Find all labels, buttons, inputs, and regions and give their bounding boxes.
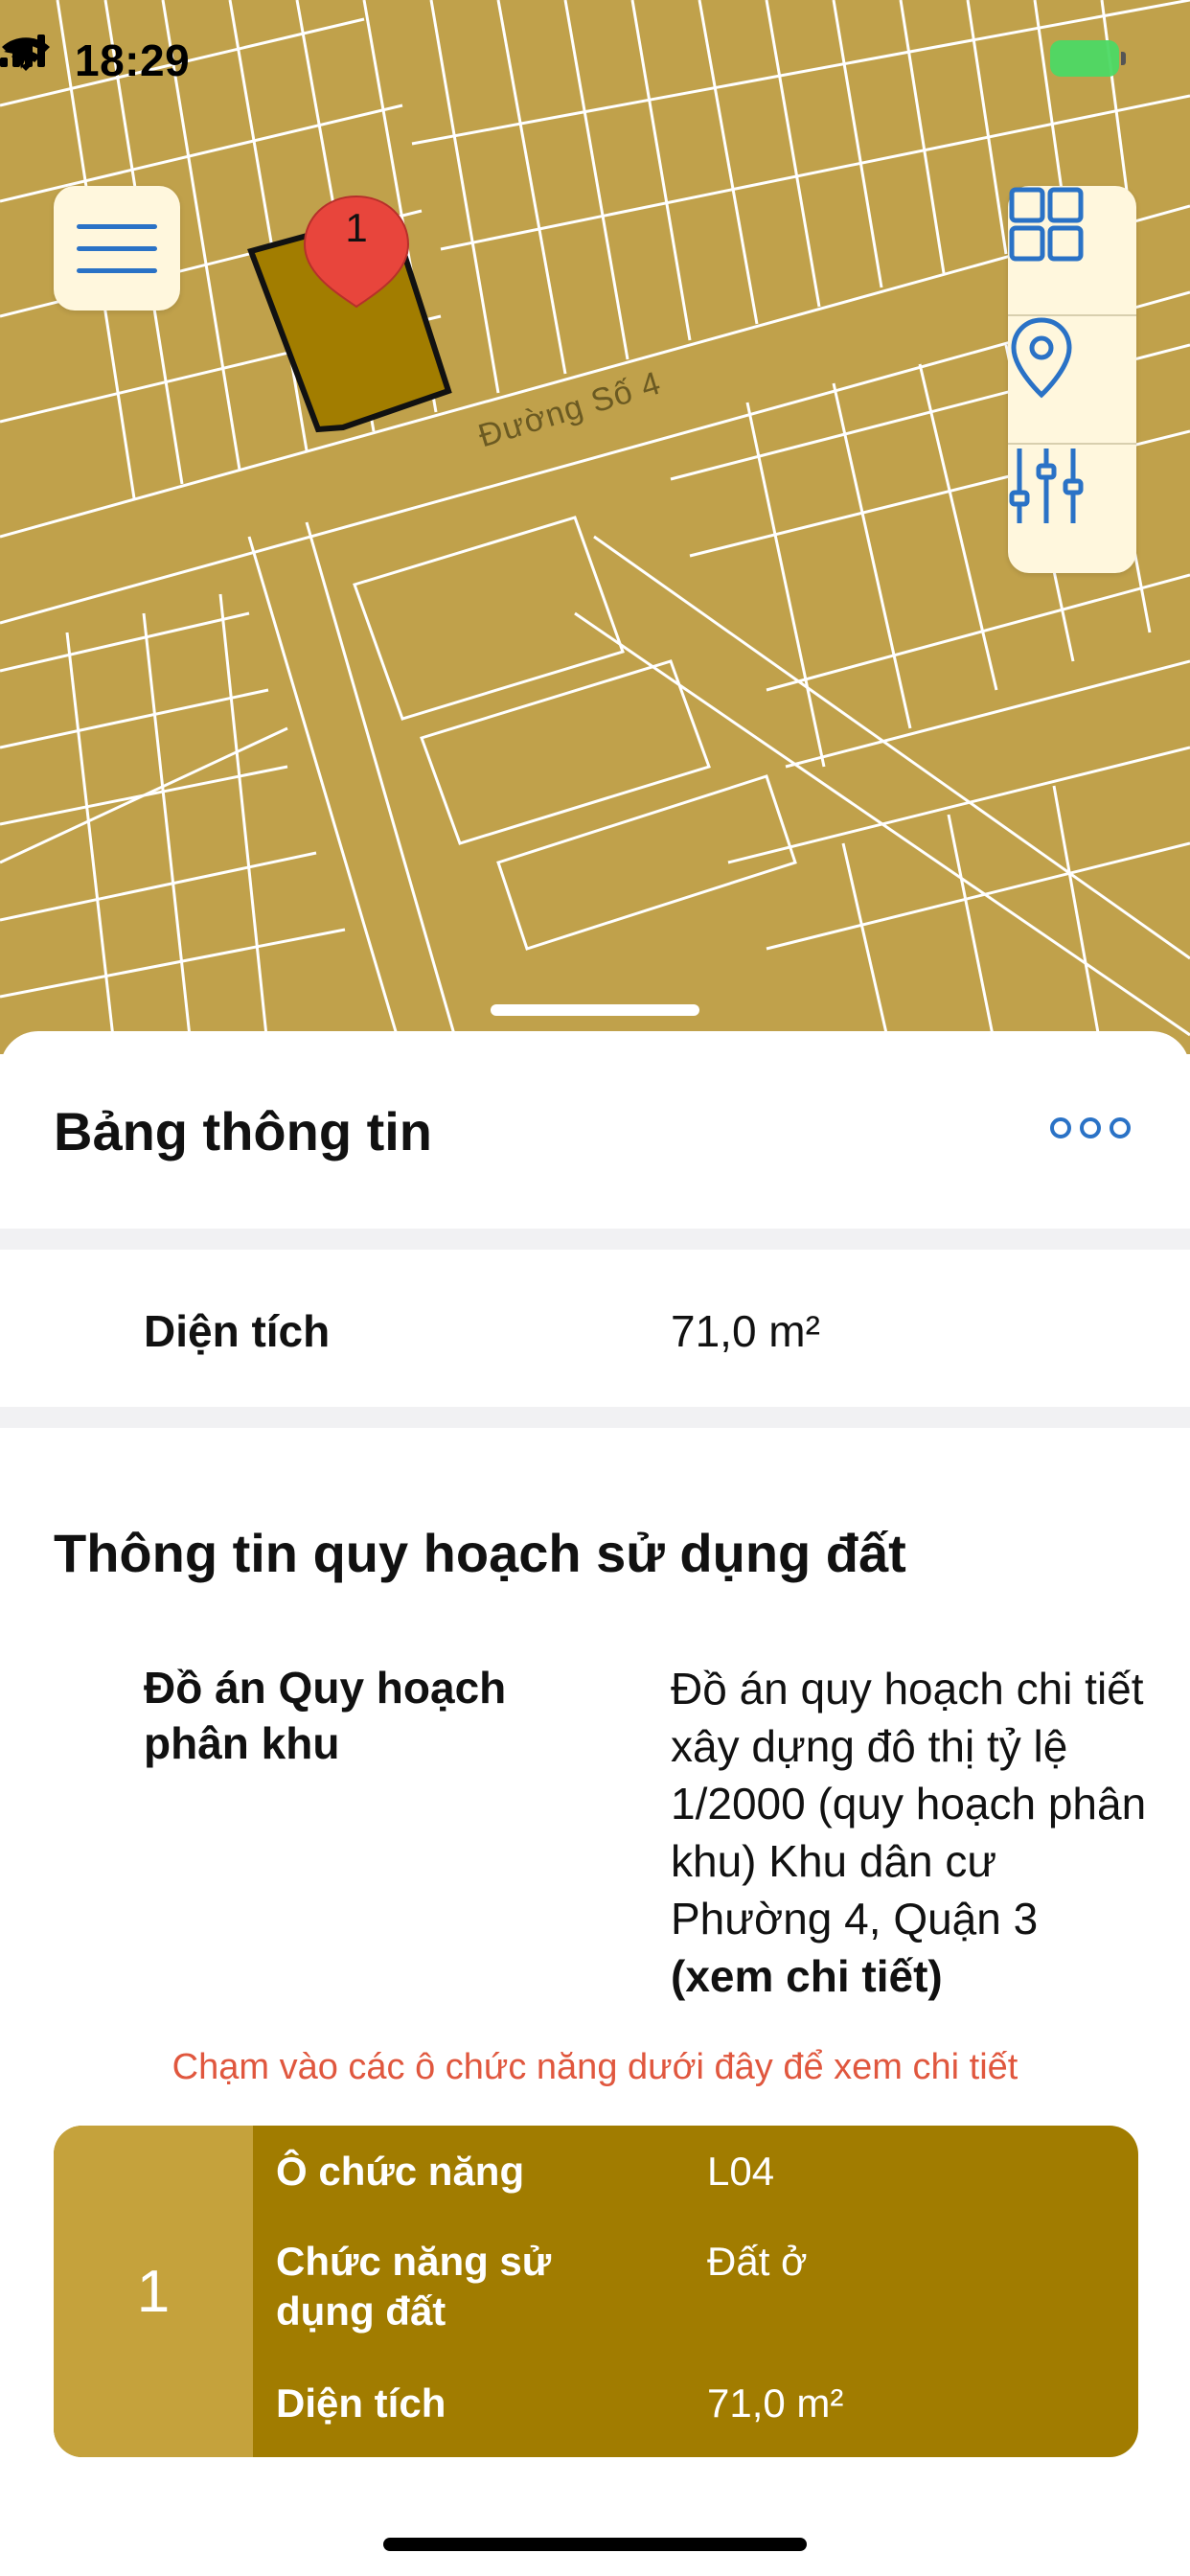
divider <box>0 1407 1190 1428</box>
menu-button[interactable] <box>54 186 180 310</box>
area-value: 71,0 m² <box>671 1306 820 1356</box>
land-use-label: Chức năng sử dụng đất <box>276 2239 552 2334</box>
layers-button[interactable] <box>1008 186 1136 314</box>
divider <box>0 1229 1190 1250</box>
more-options-icon[interactable] <box>1050 1117 1131 1144</box>
function-card[interactable]: 1 Ô chức năng L04 Chức năng sử dụng đất … <box>54 2126 1138 2457</box>
area-label: Diện tích <box>144 1306 331 1356</box>
planning-section-title: Thông tin quy hoạch sử dụng đất <box>54 1523 906 1583</box>
function-code-value: L04 <box>707 2149 775 2194</box>
plan-description: Đồ án quy hoạch chi tiết xây dựng đô thị… <box>671 1664 1147 1944</box>
map-view[interactable]: 1 Đường Số 4 18:29 <box>0 0 1190 1054</box>
function-index: 1 <box>54 2126 253 2457</box>
hint-text: Chạm vào các ô chức năng dưới đây để xem… <box>172 2047 1018 2087</box>
info-sheet: Bảng thông tin Diện tích 71,0 m² Thông t… <box>0 1031 1190 2576</box>
marker-label: 1 <box>345 205 368 250</box>
card-area-label: Diện tích <box>276 2380 446 2426</box>
card-area-value: 71,0 m² <box>707 2380 844 2426</box>
sheet-title: Bảng thông tin <box>54 1101 433 1162</box>
wifi-icon <box>2 37 50 71</box>
grid-icon <box>1009 187 1084 262</box>
status-time: 18:29 <box>75 35 191 85</box>
plan-label: Đồ án Quy hoạch phân khu <box>144 1663 507 1768</box>
home-indicator <box>383 2538 807 2551</box>
sliders-icon <box>1009 448 1084 523</box>
land-use-value: Đất ở <box>707 2239 808 2284</box>
filter-button[interactable] <box>1008 443 1136 573</box>
sheet-drag-handle[interactable] <box>491 1004 699 1016</box>
view-detail-link[interactable]: (xem chi tiết) <box>671 1947 1150 2005</box>
status-bar: 18:29 <box>0 34 1190 92</box>
function-code-label: Ô chức năng <box>276 2149 525 2194</box>
plan-value: Đồ án quy hoạch chi tiết xây dựng đô thị… <box>671 1660 1150 2005</box>
map-tool-panel <box>1008 186 1136 573</box>
battery-icon <box>1050 40 1126 79</box>
locate-button[interactable] <box>1008 314 1136 445</box>
location-pin-icon <box>1011 317 1072 399</box>
